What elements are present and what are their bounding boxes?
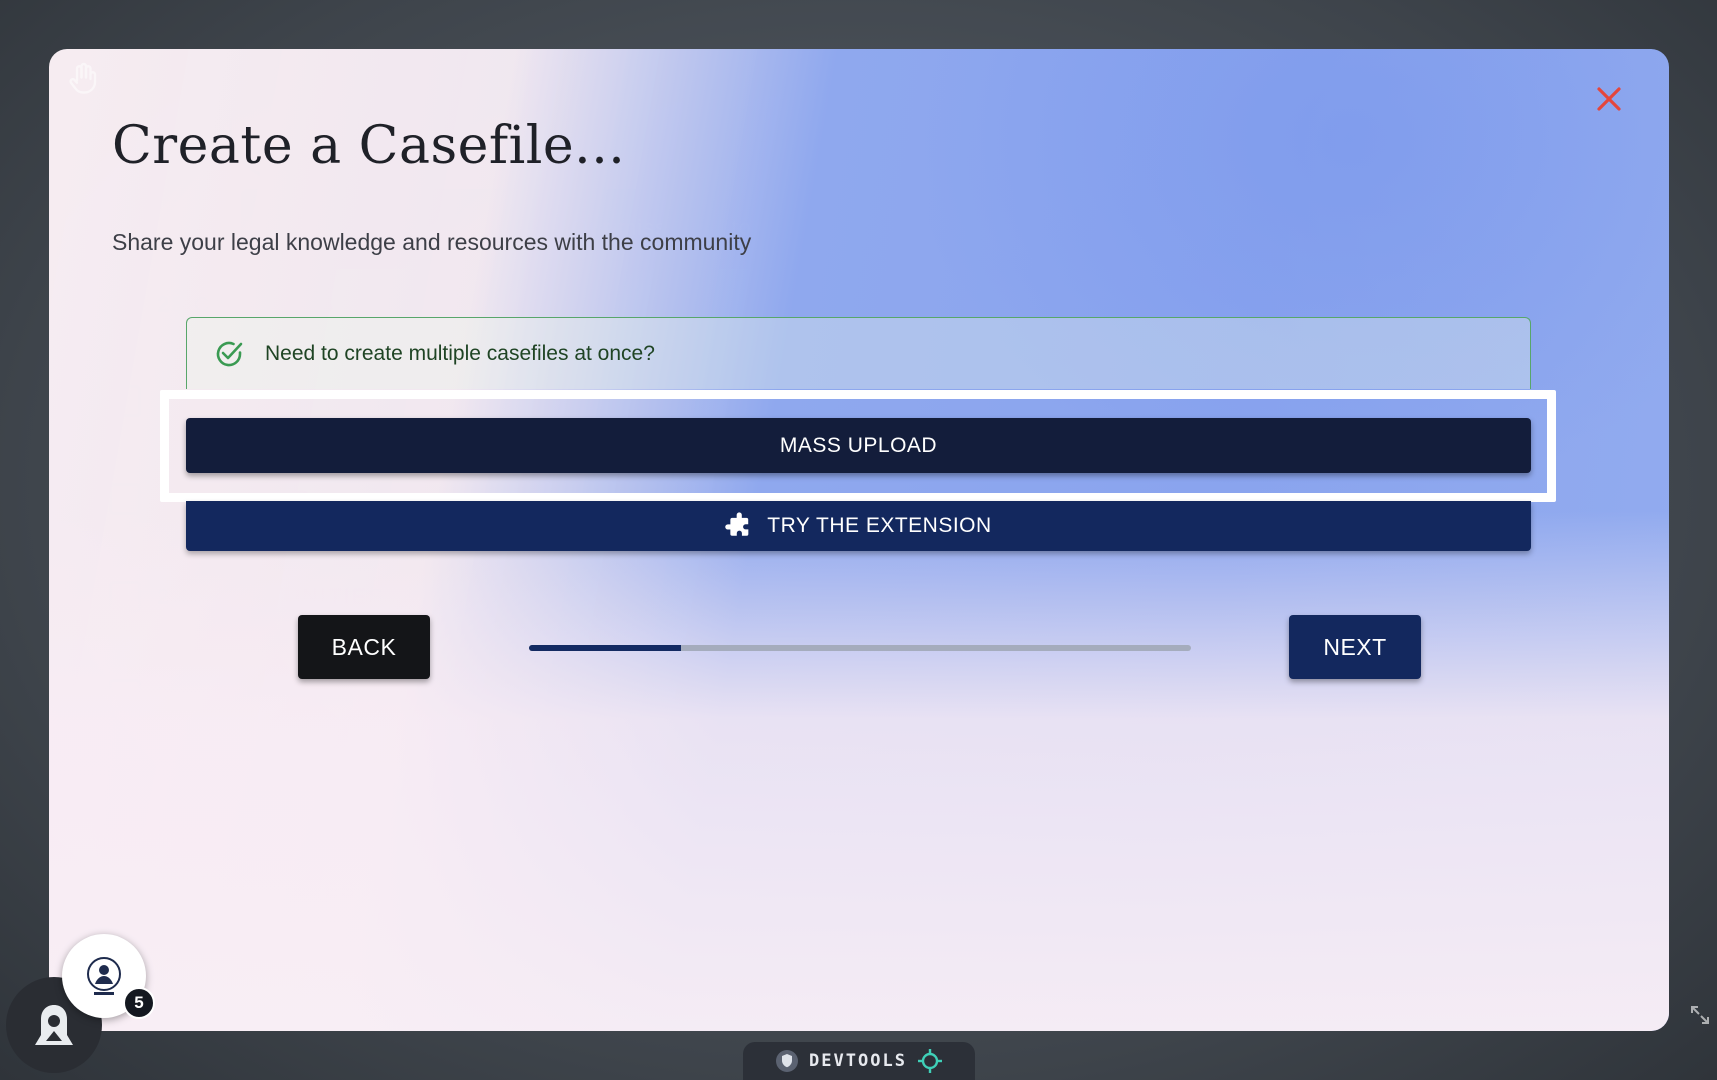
back-label: BACK [331, 633, 397, 660]
devtools-label: DEVTOOLS [809, 1051, 907, 1071]
close-button[interactable] [1587, 77, 1631, 121]
step-progress-fill [529, 645, 682, 651]
step-progress-bar [529, 645, 1191, 651]
crosshair-icon[interactable] [917, 1048, 943, 1074]
resize-icon[interactable] [1689, 1004, 1711, 1026]
mass-upload-label: MASS UPLOAD [779, 433, 938, 457]
notification-badge: 5 [123, 987, 155, 1019]
check-circle-icon [213, 338, 245, 370]
create-casefile-modal: Create a Casefile... Share your legal kn… [49, 49, 1669, 1031]
next-button[interactable]: NEXT [1289, 615, 1421, 679]
puzzle-piece-icon [725, 512, 749, 536]
modal-subtitle: Share your legal knowledge and resources… [112, 229, 752, 255]
mass-upload-button[interactable]: MASS UPLOAD [186, 418, 1531, 473]
mass-upload-alert: Need to create multiple casefiles at onc… [186, 317, 1531, 389]
modal-title: Create a Casefile... [112, 116, 626, 176]
back-button[interactable]: BACK [298, 615, 430, 679]
devtools-bar[interactable]: DEVTOOLS [743, 1042, 975, 1080]
shield-icon [776, 1050, 799, 1072]
try-extension-label: TRY THE EXTENSION [767, 514, 992, 537]
alert-text: Need to create multiple casefiles at onc… [265, 341, 655, 365]
close-icon [1597, 87, 1621, 111]
try-extension-button[interactable]: TRY THE EXTENSION [186, 501, 1531, 551]
next-label: NEXT [1323, 633, 1387, 660]
hand-icon [69, 62, 97, 94]
laymans-logo-icon [87, 957, 121, 995]
